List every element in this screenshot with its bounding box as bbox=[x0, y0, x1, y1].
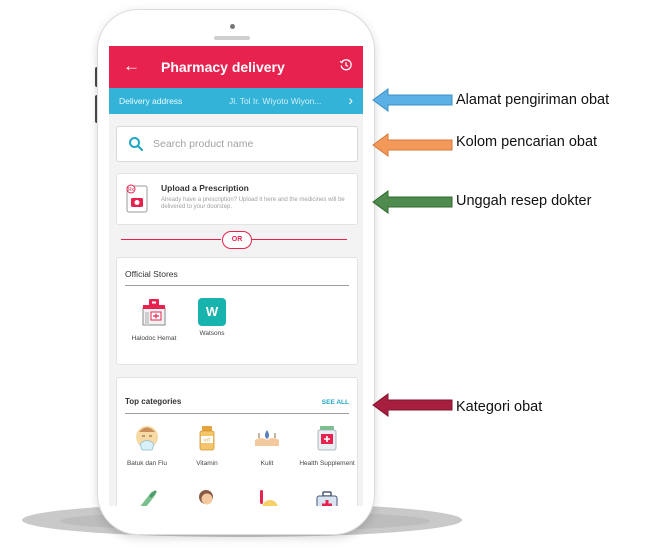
arrow-left-icon bbox=[372, 393, 453, 417]
annotation-address: Alamat pengiriman obat bbox=[456, 92, 610, 108]
watsons-logo: W bbox=[198, 298, 226, 326]
fever-icon bbox=[260, 490, 278, 506]
page-title: Pharmacy delivery bbox=[161, 59, 285, 75]
halodoc-store-icon bbox=[142, 299, 166, 326]
category-item[interactable]: Batuk dan Flu bbox=[119, 424, 175, 468]
prescription-upload-icon: Rx bbox=[126, 184, 148, 213]
category-item-partial[interactable] bbox=[239, 488, 295, 506]
svg-text:VIT: VIT bbox=[203, 438, 210, 443]
history-icon[interactable] bbox=[339, 58, 353, 72]
upload-prescription-card[interactable]: Rx Upload a Prescription Already have a … bbox=[116, 173, 358, 225]
category-name: Vitamin bbox=[196, 460, 218, 467]
section-divider bbox=[125, 413, 349, 414]
prescription-title: Upload a Prescription bbox=[161, 183, 249, 193]
store-halodoc-hemat[interactable]: Halodoc Hemat bbox=[129, 298, 179, 343]
category-item[interactable]: Health Supplement bbox=[299, 424, 355, 468]
category-item[interactable]: Kulit bbox=[239, 424, 295, 468]
svg-text:Rx: Rx bbox=[128, 187, 135, 193]
chevron-right-icon: › bbox=[348, 92, 353, 108]
supplement-icon bbox=[317, 426, 337, 451]
arrow-left-icon[interactable]: ← bbox=[123, 57, 140, 75]
store-name: Watsons bbox=[199, 330, 225, 337]
first-aid-kit-icon bbox=[316, 491, 338, 506]
category-name: Kulit bbox=[260, 460, 274, 467]
category-item-partial[interactable] bbox=[119, 488, 175, 506]
top-categories-title: Top categories bbox=[125, 397, 182, 406]
person-icon bbox=[199, 490, 213, 505]
watsons-logo-letter: W bbox=[205, 304, 219, 319]
delivery-address-bar[interactable]: Delivery address Jl. Tol Ir. Wiyoto Wiyo… bbox=[109, 88, 363, 114]
annotation-prescription: Unggah resep dokter bbox=[456, 193, 592, 209]
category-name: Health Supplement bbox=[299, 460, 355, 467]
annotation-search: Kolom pencarian obat bbox=[456, 134, 598, 150]
divider-line bbox=[251, 239, 347, 240]
store-watsons[interactable]: W Watsons bbox=[187, 298, 237, 338]
app-header: ← Pharmacy delivery bbox=[109, 46, 363, 88]
search-icon bbox=[129, 137, 144, 152]
store-name: Halodoc Hemat bbox=[131, 335, 177, 342]
see-all-link[interactable]: SEE ALL bbox=[322, 399, 349, 406]
section-divider bbox=[125, 285, 349, 286]
arrow-left-icon bbox=[372, 133, 453, 157]
or-divider: OR bbox=[222, 231, 252, 249]
top-categories-card: Top categories SEE ALL Batuk dan Flu VIT… bbox=[116, 377, 358, 506]
prescription-description: Already have a prescription? Upload it h… bbox=[161, 197, 345, 210]
search-placeholder: Search product name bbox=[153, 138, 254, 150]
official-stores-title: Official Stores bbox=[125, 269, 178, 279]
divider-line bbox=[121, 239, 221, 240]
category-item-partial[interactable] bbox=[179, 488, 235, 506]
phone-speaker bbox=[214, 36, 250, 40]
arrow-left-icon bbox=[372, 190, 453, 214]
skin-icon bbox=[255, 430, 279, 446]
delivery-address-value: Jl. Tol Ir. Wiyoto Wiyon... bbox=[229, 96, 322, 106]
arrow-left-icon bbox=[372, 88, 453, 112]
thermometer-stick-icon bbox=[140, 490, 157, 506]
category-name: Batuk dan Flu bbox=[126, 460, 168, 467]
search-input[interactable]: Search product name bbox=[116, 126, 358, 162]
delivery-address-label: Delivery address bbox=[119, 96, 183, 106]
phone-camera bbox=[230, 24, 235, 29]
category-item-partial[interactable] bbox=[299, 488, 355, 506]
app-screen: ← Pharmacy delivery Delivery address Jl.… bbox=[109, 46, 363, 506]
vitamin-bottle-icon: VIT bbox=[199, 426, 215, 451]
cough-flu-icon bbox=[136, 426, 158, 451]
category-item[interactable]: VIT Vitamin bbox=[179, 424, 235, 468]
official-stores-card: Official Stores Halodoc Hemat W Watsons bbox=[116, 257, 358, 365]
annotation-categories: Kategori obat bbox=[456, 399, 543, 415]
